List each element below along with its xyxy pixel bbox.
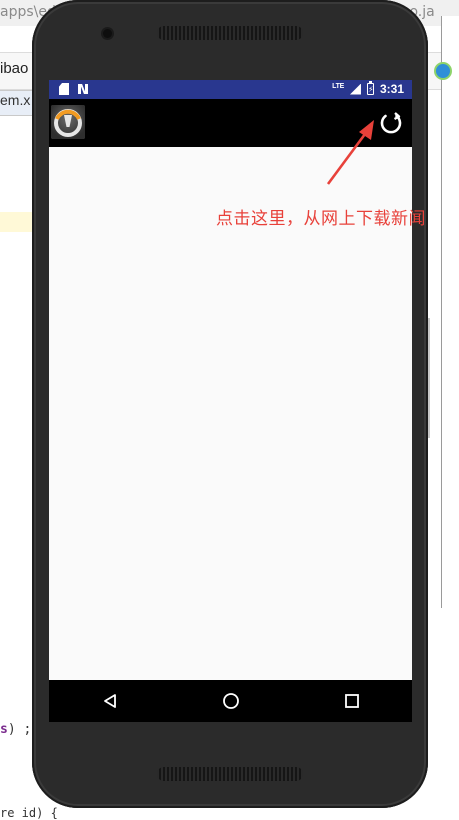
ide-code-token: s <box>0 722 8 737</box>
top-speaker-grille <box>157 26 303 40</box>
annotation-text: 点击这里，从网上下载新闻 <box>216 209 426 229</box>
annotation-arrow-icon <box>326 120 374 185</box>
ide-editor-tab-label: em.x <box>0 92 31 108</box>
notification-n-icon <box>77 83 89 95</box>
sd-card-icon <box>59 83 69 95</box>
ide-project-label: ibao <box>0 60 29 77</box>
back-triangle-icon[interactable] <box>80 681 140 721</box>
ide-browser-icon[interactable] <box>434 62 452 80</box>
ide-code-token-rest: ) ; <box>7 722 32 737</box>
status-bar: LTE ⚡ 3:31 <box>49 80 412 99</box>
ide-right-panel <box>441 16 459 608</box>
refresh-icon[interactable] <box>378 110 404 136</box>
lte-label: LTE <box>332 82 344 90</box>
ide-code-line: s) ; <box>0 722 31 737</box>
status-time: 3:31 <box>379 82 404 96</box>
overwatch-logo-icon[interactable] <box>51 105 85 139</box>
battery-charging-icon: ⚡ <box>366 81 374 95</box>
ide-code-line-2: re id) { <box>0 806 58 820</box>
navigation-bar <box>49 680 412 722</box>
signal-icon <box>349 83 361 95</box>
bottom-speaker-grille <box>157 767 303 781</box>
home-circle-icon[interactable] <box>201 681 261 721</box>
ide-scrollbar[interactable] <box>428 318 430 438</box>
recents-square-icon[interactable] <box>322 681 382 721</box>
front-camera <box>103 29 112 38</box>
